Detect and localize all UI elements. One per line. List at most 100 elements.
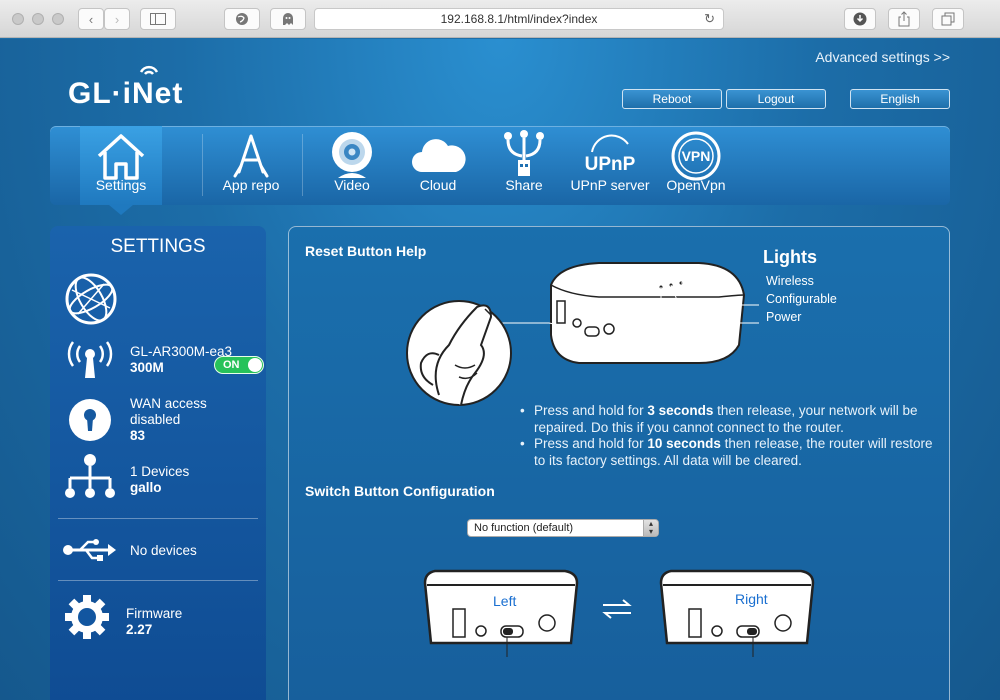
clients-info: 1 Devices gallo — [130, 464, 189, 496]
wan-line1: WAN access — [130, 396, 207, 411]
wifi-logo-icon — [139, 65, 159, 75]
light-configurable-label: Configurable — [766, 292, 837, 306]
tabs-button[interactable] — [932, 8, 964, 30]
browser-toolbar: ‹ › 192.168.8.1/html/index?index ↻ — [0, 0, 1000, 38]
nav-upnp-label: UPnP server — [570, 177, 650, 193]
reboot-button[interactable]: Reboot — [622, 89, 722, 109]
reload-icon[interactable]: ↻ — [704, 11, 715, 27]
chevron-right-icon: › — [114, 11, 120, 27]
wan-info: WAN access disabled 83 — [130, 396, 207, 444]
toggle-label: ON — [223, 359, 240, 371]
nav-divider — [202, 134, 203, 196]
internet-globe-icon[interactable] — [64, 272, 118, 326]
settings-sidebar: SETTINGS GL-AR300M-ea3 300M ON WAN acces… — [50, 226, 266, 700]
downloads-button[interactable] — [844, 8, 876, 30]
main-nav: Settings App repo Video Cloud Share UPnP… — [50, 126, 950, 215]
download-icon — [853, 12, 867, 26]
toggle-knob — [248, 358, 262, 372]
cloud-icon — [412, 139, 466, 172]
url-text: 192.168.8.1/html/index?index — [440, 12, 598, 26]
network-clients-icon[interactable] — [64, 454, 116, 500]
share-button[interactable] — [888, 8, 920, 30]
app-store-icon — [233, 134, 269, 178]
upnp-icon: UPnP — [585, 134, 636, 175]
vpn-icon-text: VPN — [682, 148, 711, 164]
firmware-version: 2.27 — [126, 622, 153, 637]
nav-video[interactable]: Video — [312, 126, 392, 205]
usb-status: No devices — [130, 543, 197, 558]
nav-upnp[interactable]: UPnP UPnP server — [564, 126, 656, 205]
zoom-window-button[interactable] — [52, 13, 64, 25]
tabs-icon — [941, 12, 955, 26]
advanced-settings-link[interactable]: Advanced settings >> — [815, 49, 950, 65]
light-wireless-label: Wireless — [766, 274, 814, 288]
instruction-text: Press and hold for — [534, 403, 648, 418]
switch-config-title: Switch Button Configuration — [305, 483, 495, 499]
wan-count: 83 — [130, 428, 146, 443]
nav-openvpn[interactable]: VPN OpenVpn — [656, 126, 736, 205]
right-position-label: Right — [735, 591, 768, 607]
minimize-window-button[interactable] — [32, 13, 44, 25]
address-bar[interactable]: 192.168.8.1/html/index?index ↻ — [314, 8, 724, 30]
select-arrows-icon: ▴ ▾ — [643, 520, 658, 536]
sidebar-toggle-button[interactable] — [140, 8, 176, 30]
ghostery-button[interactable] — [270, 8, 306, 30]
main-panel: Reset Button Help Lights Wireless Config… — [288, 226, 950, 700]
wireless-toggle[interactable]: ON — [214, 356, 264, 374]
nav-app-repo[interactable]: App repo — [210, 126, 292, 205]
router-left-illustration — [423, 569, 579, 657]
firmware-info: Firmware 2.27 — [126, 606, 182, 638]
sidebar-divider — [58, 580, 258, 581]
usb-share-icon — [504, 130, 544, 176]
instruction-duration: 3 seconds — [647, 403, 714, 418]
instruction-duration: 10 seconds — [647, 436, 721, 451]
extension-button[interactable] — [224, 8, 260, 30]
logout-button[interactable]: Logout — [726, 89, 826, 109]
logo-text: GL·iNet — [68, 77, 184, 110]
router-admin-page: Advanced settings >> GL·iNet Reboot Logo… — [0, 39, 1000, 700]
wireless-antenna-icon[interactable] — [66, 340, 114, 380]
vpn-icon: VPN — [671, 131, 721, 181]
light-power-label: Power — [766, 310, 802, 324]
share-icon — [898, 11, 910, 27]
lights-title: Lights — [763, 247, 817, 267]
clients-count: 1 Devices — [130, 464, 190, 479]
forward-button[interactable]: › — [104, 8, 130, 30]
firmware-label: Firmware — [126, 606, 183, 621]
router-right-illustration — [659, 569, 815, 657]
nav-settings[interactable]: Settings — [80, 126, 162, 215]
nav-divider — [302, 134, 303, 196]
switch-arrows-icon — [602, 599, 632, 619]
nav-share[interactable]: Share — [484, 126, 564, 205]
back-button[interactable]: ‹ — [78, 8, 104, 30]
reset-instruction-item: Press and hold for 3 seconds then releas… — [518, 403, 938, 436]
wan-line2: disabled — [130, 412, 181, 427]
ghost-icon — [283, 13, 293, 25]
left-position-label: Left — [493, 593, 517, 609]
webcam-icon — [332, 132, 372, 178]
sidebar-icon — [150, 13, 166, 25]
sidebar-divider — [58, 518, 258, 519]
wan-lock-icon[interactable] — [68, 398, 112, 442]
nav-cloud[interactable]: Cloud — [398, 126, 478, 205]
upnp-icon-text: UPnP — [585, 154, 636, 175]
firmware-gear-icon[interactable] — [64, 594, 110, 640]
gl-inet-logo: GL·iNet — [68, 65, 184, 111]
reset-instructions: Press and hold for 3 seconds then releas… — [518, 403, 938, 469]
nav-share-label: Share — [505, 177, 543, 193]
chevron-left-icon: ‹ — [88, 11, 94, 27]
nav-settings-label: Settings — [95, 177, 147, 193]
close-window-button[interactable] — [12, 13, 24, 25]
instruction-text: Press and hold for — [534, 436, 648, 451]
sidebar-title: SETTINGS — [110, 236, 206, 257]
nav-video-label: Video — [334, 177, 370, 193]
nav-cloud-label: Cloud — [419, 177, 457, 193]
switch-function-select[interactable]: No function (default) ▴ ▾ — [467, 519, 659, 537]
router-reset-illustration — [406, 262, 759, 406]
usb-icon[interactable] — [62, 538, 118, 562]
nav-app-repo-label: App repo — [222, 177, 280, 193]
client-name: gallo — [130, 480, 162, 495]
nav-openvpn-label: OpenVpn — [666, 177, 726, 193]
globe-extension-icon — [236, 13, 248, 25]
language-button[interactable]: English — [850, 89, 950, 109]
